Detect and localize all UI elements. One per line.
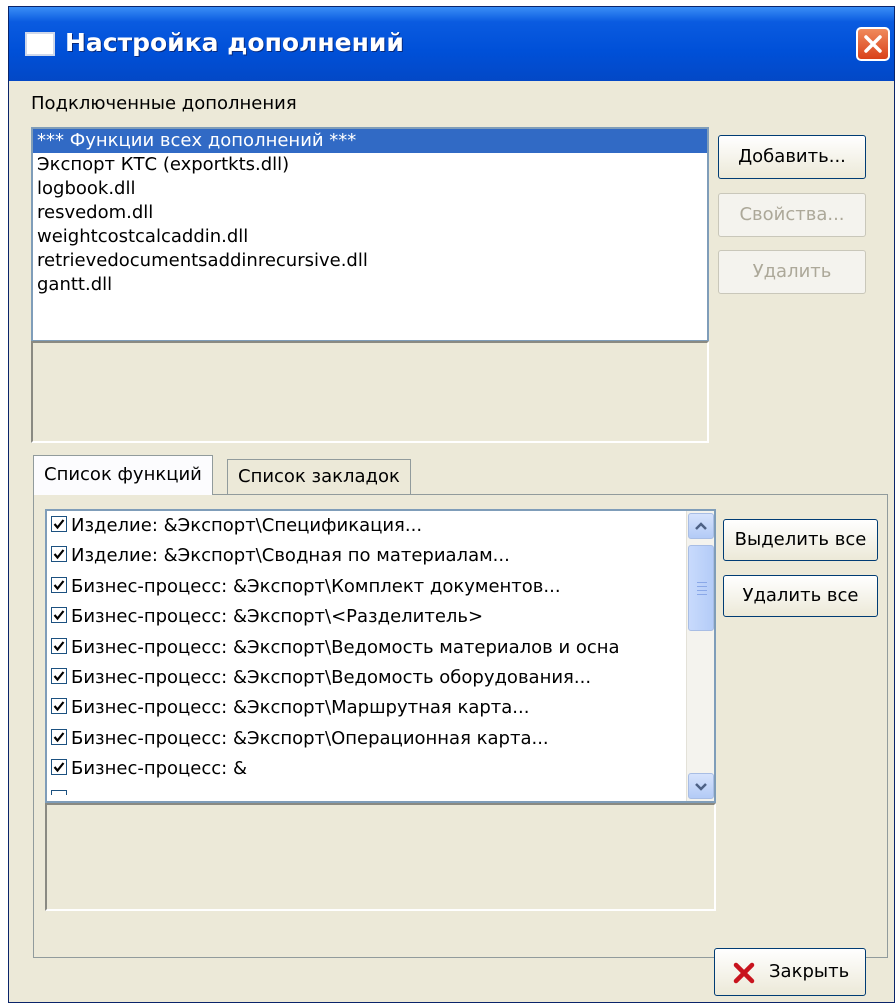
checkbox[interactable]: [51, 728, 67, 745]
function-item[interactable]: Бизнес-процесс: &Экспорт\Операционная ка…: [47, 724, 714, 754]
function-item-partial[interactable]: [47, 785, 714, 795]
close-x-icon: [864, 35, 882, 53]
addins-listbox[interactable]: *** Функции всех дополнений *** Экспорт …: [31, 127, 709, 342]
red-x-icon: [733, 962, 755, 984]
addin-item[interactable]: logbook.dll: [33, 177, 707, 201]
checkmark-icon: [53, 610, 65, 621]
function-item[interactable]: Изделие: &Экспорт\Спецификация...: [47, 511, 714, 541]
function-description-box: [45, 803, 716, 911]
functions-tab-panel: Изделие: &Экспорт\Спецификация... Издели…: [33, 494, 888, 958]
function-item[interactable]: Бизнес-процесс: &Экспорт\Ведомость матер…: [47, 633, 714, 663]
addins-settings-dialog: Настройка дополнений Подключенные дополн…: [8, 6, 895, 1003]
checkmark-icon: [53, 762, 65, 773]
tab-bookmarks[interactable]: Список закладок: [227, 459, 411, 495]
function-label: Бизнес-процесс: &Экспорт\Ведомость обору…: [71, 666, 592, 688]
function-item[interactable]: Бизнес-процесс: &: [47, 754, 714, 784]
addin-item[interactable]: gantt.dll: [33, 273, 707, 297]
checkmark-icon: [53, 640, 65, 651]
checkbox[interactable]: [51, 516, 67, 532]
function-item[interactable]: Бизнес-процесс: &Экспорт\Ведомость обору…: [47, 663, 714, 693]
function-label: Бизнес-процесс: &: [71, 758, 248, 780]
properties-button[interactable]: Свойства...: [718, 193, 866, 237]
delete-all-button[interactable]: Удалить все: [723, 575, 878, 617]
function-item[interactable]: Бизнес-процесс: &Экспорт\Комплект докуме…: [47, 572, 714, 602]
chevron-down-icon: [695, 783, 707, 791]
checkmark-icon: [53, 671, 65, 682]
add-button[interactable]: Добавить...: [718, 135, 866, 179]
scroll-thumb[interactable]: [688, 545, 714, 631]
checkmark-icon: [53, 580, 65, 591]
checkbox[interactable]: [51, 667, 67, 684]
scroll-down-button[interactable]: [688, 773, 714, 799]
window-title: Настройка дополнений: [65, 28, 404, 57]
addin-item[interactable]: weightcostcalcaddin.dll: [33, 225, 707, 249]
checkbox[interactable]: [51, 607, 67, 624]
function-label: Бизнес-процесс: &Экспорт\Ведомость матер…: [71, 636, 620, 658]
checkmark-icon: [53, 732, 65, 742]
function-label: Бизнес-процесс: &Экспорт\Операционная ка…: [71, 727, 549, 749]
checkbox[interactable]: [51, 576, 67, 593]
checkmark-icon: [53, 549, 65, 560]
function-item[interactable]: Бизнес-процесс: &Экспорт\Маршрутная карт…: [47, 693, 714, 723]
addin-item[interactable]: *** Функции всех дополнений ***: [33, 129, 707, 153]
addin-item[interactable]: Экспорт КТС (exportkts.dll): [33, 153, 707, 177]
chevron-up-icon: [695, 522, 707, 530]
checkbox[interactable]: [51, 759, 67, 776]
checkmark-icon: [53, 519, 65, 530]
functions-scrollbar[interactable]: [686, 511, 714, 801]
checkbox[interactable]: [51, 698, 67, 715]
checkbox[interactable]: [51, 546, 67, 563]
addin-item[interactable]: retrievedocumentsaddinrecursive.dll: [33, 249, 707, 273]
select-all-button[interactable]: Выделить все: [723, 519, 878, 561]
delete-button[interactable]: Удалить: [718, 250, 866, 294]
addins-label: Подключенные дополнения: [31, 93, 297, 114]
checkbox[interactable]: [51, 637, 67, 654]
window-icon: [25, 32, 55, 56]
close-button[interactable]: Закрыть: [714, 948, 866, 996]
addin-item[interactable]: resvedom.dll: [33, 201, 707, 225]
addin-description-box: [31, 341, 709, 443]
checkbox[interactable]: [51, 789, 67, 795]
close-button-label: Закрыть: [769, 961, 850, 982]
title-bar[interactable]: Настройка дополнений: [9, 7, 894, 81]
functions-checklist[interactable]: Изделие: &Экспорт\Спецификация... Издели…: [45, 509, 716, 803]
window-close-button[interactable]: [856, 27, 890, 61]
function-item[interactable]: Бизнес-процесс: &Экспорт\<Разделитель>: [47, 602, 714, 632]
scroll-up-button[interactable]: [688, 513, 714, 539]
checkmark-icon: [53, 701, 65, 712]
function-label: Изделие: &Экспорт\Сводная по материалам.…: [71, 545, 510, 567]
function-label: Бизнес-процесс: &Экспорт\Маршрутная карт…: [71, 697, 530, 719]
function-item[interactable]: Изделие: &Экспорт\Сводная по материалам.…: [47, 541, 714, 571]
function-label: Бизнес-процесс: &Экспорт\<Разделитель>: [71, 606, 484, 628]
tab-functions[interactable]: Список функций: [33, 455, 213, 495]
function-label: Изделие: &Экспорт\Спецификация...: [71, 515, 423, 536]
function-label: Бизнес-процесс: &Экспорт\Комплект докуме…: [71, 575, 561, 597]
